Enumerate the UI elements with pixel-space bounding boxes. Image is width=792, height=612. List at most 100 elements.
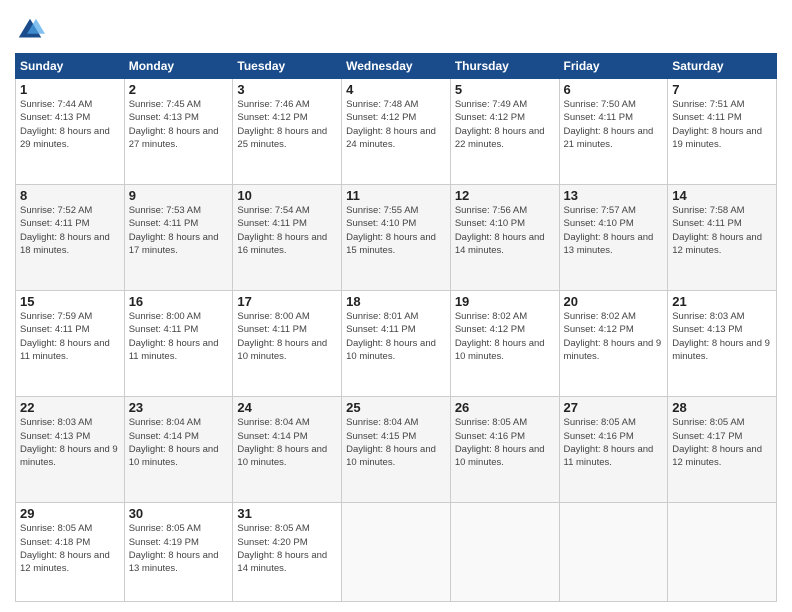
calendar-cell: 17 Sunrise: 8:00 AMSunset: 4:11 PMDaylig… — [233, 291, 342, 397]
day-number: 7 — [672, 82, 772, 97]
day-number: 16 — [129, 294, 229, 309]
day-number: 26 — [455, 400, 555, 415]
day-detail: Sunrise: 7:48 AMSunset: 4:12 PMDaylight:… — [346, 99, 436, 150]
day-detail: Sunrise: 8:05 AMSunset: 4:18 PMDaylight:… — [20, 523, 110, 574]
day-detail: Sunrise: 8:05 AMSunset: 4:16 PMDaylight:… — [455, 417, 545, 468]
calendar-cell: 10 Sunrise: 7:54 AMSunset: 4:11 PMDaylig… — [233, 185, 342, 291]
calendar-cell: 9 Sunrise: 7:53 AMSunset: 4:11 PMDayligh… — [124, 185, 233, 291]
day-number: 12 — [455, 188, 555, 203]
calendar-cell: 11 Sunrise: 7:55 AMSunset: 4:10 PMDaylig… — [342, 185, 451, 291]
calendar-cell: 12 Sunrise: 7:56 AMSunset: 4:10 PMDaylig… — [450, 185, 559, 291]
day-detail: Sunrise: 7:54 AMSunset: 4:11 PMDaylight:… — [237, 205, 327, 256]
calendar-cell: 8 Sunrise: 7:52 AMSunset: 4:11 PMDayligh… — [16, 185, 125, 291]
calendar-cell: 6 Sunrise: 7:50 AMSunset: 4:11 PMDayligh… — [559, 79, 668, 185]
day-detail: Sunrise: 7:51 AMSunset: 4:11 PMDaylight:… — [672, 99, 762, 150]
day-detail: Sunrise: 7:58 AMSunset: 4:11 PMDaylight:… — [672, 205, 762, 256]
day-number: 25 — [346, 400, 446, 415]
day-detail: Sunrise: 7:55 AMSunset: 4:10 PMDaylight:… — [346, 205, 436, 256]
day-detail: Sunrise: 7:45 AMSunset: 4:13 PMDaylight:… — [129, 99, 219, 150]
day-number: 28 — [672, 400, 772, 415]
day-detail: Sunrise: 7:52 AMSunset: 4:11 PMDaylight:… — [20, 205, 110, 256]
day-detail: Sunrise: 8:04 AMSunset: 4:15 PMDaylight:… — [346, 417, 436, 468]
day-detail: Sunrise: 8:05 AMSunset: 4:19 PMDaylight:… — [129, 523, 219, 574]
calendar-cell — [342, 503, 451, 602]
day-detail: Sunrise: 8:00 AMSunset: 4:11 PMDaylight:… — [237, 311, 327, 362]
calendar-cell: 19 Sunrise: 8:02 AMSunset: 4:12 PMDaylig… — [450, 291, 559, 397]
day-header-tuesday: Tuesday — [233, 54, 342, 79]
calendar-cell: 27 Sunrise: 8:05 AMSunset: 4:16 PMDaylig… — [559, 397, 668, 503]
day-detail: Sunrise: 7:46 AMSunset: 4:12 PMDaylight:… — [237, 99, 327, 150]
day-number: 11 — [346, 188, 446, 203]
day-number: 9 — [129, 188, 229, 203]
day-detail: Sunrise: 7:44 AMSunset: 4:13 PMDaylight:… — [20, 99, 110, 150]
day-number: 8 — [20, 188, 120, 203]
calendar-week-1: 1 Sunrise: 7:44 AMSunset: 4:13 PMDayligh… — [16, 79, 777, 185]
calendar-cell: 16 Sunrise: 8:00 AMSunset: 4:11 PMDaylig… — [124, 291, 233, 397]
day-detail: Sunrise: 8:05 AMSunset: 4:17 PMDaylight:… — [672, 417, 762, 468]
day-number: 19 — [455, 294, 555, 309]
day-number: 3 — [237, 82, 337, 97]
day-detail: Sunrise: 8:01 AMSunset: 4:11 PMDaylight:… — [346, 311, 436, 362]
day-header-wednesday: Wednesday — [342, 54, 451, 79]
calendar-cell: 28 Sunrise: 8:05 AMSunset: 4:17 PMDaylig… — [668, 397, 777, 503]
calendar-cell: 24 Sunrise: 8:04 AMSunset: 4:14 PMDaylig… — [233, 397, 342, 503]
day-header-thursday: Thursday — [450, 54, 559, 79]
day-header-saturday: Saturday — [668, 54, 777, 79]
day-number: 4 — [346, 82, 446, 97]
header — [15, 15, 777, 45]
day-detail: Sunrise: 7:53 AMSunset: 4:11 PMDaylight:… — [129, 205, 219, 256]
day-detail: Sunrise: 8:03 AMSunset: 4:13 PMDaylight:… — [20, 417, 118, 468]
day-detail: Sunrise: 8:05 AMSunset: 4:16 PMDaylight:… — [564, 417, 654, 468]
day-number: 18 — [346, 294, 446, 309]
logo — [15, 15, 48, 45]
day-number: 1 — [20, 82, 120, 97]
day-number: 10 — [237, 188, 337, 203]
day-detail: Sunrise: 7:50 AMSunset: 4:11 PMDaylight:… — [564, 99, 654, 150]
day-number: 29 — [20, 506, 120, 521]
day-detail: Sunrise: 7:49 AMSunset: 4:12 PMDaylight:… — [455, 99, 545, 150]
day-header-monday: Monday — [124, 54, 233, 79]
calendar-cell: 4 Sunrise: 7:48 AMSunset: 4:12 PMDayligh… — [342, 79, 451, 185]
calendar-cell: 13 Sunrise: 7:57 AMSunset: 4:10 PMDaylig… — [559, 185, 668, 291]
day-number: 30 — [129, 506, 229, 521]
calendar-table: SundayMondayTuesdayWednesdayThursdayFrid… — [15, 53, 777, 602]
calendar-cell: 31 Sunrise: 8:05 AMSunset: 4:20 PMDaylig… — [233, 503, 342, 602]
day-detail: Sunrise: 8:02 AMSunset: 4:12 PMDaylight:… — [564, 311, 662, 362]
day-detail: Sunrise: 8:03 AMSunset: 4:13 PMDaylight:… — [672, 311, 770, 362]
day-detail: Sunrise: 7:57 AMSunset: 4:10 PMDaylight:… — [564, 205, 654, 256]
day-number: 15 — [20, 294, 120, 309]
day-detail: Sunrise: 8:02 AMSunset: 4:12 PMDaylight:… — [455, 311, 545, 362]
day-number: 2 — [129, 82, 229, 97]
calendar-week-5: 29 Sunrise: 8:05 AMSunset: 4:18 PMDaylig… — [16, 503, 777, 602]
calendar-cell: 25 Sunrise: 8:04 AMSunset: 4:15 PMDaylig… — [342, 397, 451, 503]
calendar-cell: 23 Sunrise: 8:04 AMSunset: 4:14 PMDaylig… — [124, 397, 233, 503]
calendar-cell: 18 Sunrise: 8:01 AMSunset: 4:11 PMDaylig… — [342, 291, 451, 397]
calendar-week-4: 22 Sunrise: 8:03 AMSunset: 4:13 PMDaylig… — [16, 397, 777, 503]
calendar-cell: 21 Sunrise: 8:03 AMSunset: 4:13 PMDaylig… — [668, 291, 777, 397]
logo-icon — [15, 15, 45, 45]
calendar-cell: 15 Sunrise: 7:59 AMSunset: 4:11 PMDaylig… — [16, 291, 125, 397]
day-number: 6 — [564, 82, 664, 97]
day-number: 24 — [237, 400, 337, 415]
calendar-cell: 5 Sunrise: 7:49 AMSunset: 4:12 PMDayligh… — [450, 79, 559, 185]
day-detail: Sunrise: 8:04 AMSunset: 4:14 PMDaylight:… — [237, 417, 327, 468]
calendar-cell: 7 Sunrise: 7:51 AMSunset: 4:11 PMDayligh… — [668, 79, 777, 185]
calendar-cell: 14 Sunrise: 7:58 AMSunset: 4:11 PMDaylig… — [668, 185, 777, 291]
calendar-cell: 26 Sunrise: 8:05 AMSunset: 4:16 PMDaylig… — [450, 397, 559, 503]
calendar-cell — [450, 503, 559, 602]
day-detail: Sunrise: 7:56 AMSunset: 4:10 PMDaylight:… — [455, 205, 545, 256]
calendar-cell: 1 Sunrise: 7:44 AMSunset: 4:13 PMDayligh… — [16, 79, 125, 185]
day-detail: Sunrise: 8:04 AMSunset: 4:14 PMDaylight:… — [129, 417, 219, 468]
calendar-cell: 30 Sunrise: 8:05 AMSunset: 4:19 PMDaylig… — [124, 503, 233, 602]
day-number: 22 — [20, 400, 120, 415]
day-number: 31 — [237, 506, 337, 521]
day-number: 20 — [564, 294, 664, 309]
day-number: 17 — [237, 294, 337, 309]
calendar-week-3: 15 Sunrise: 7:59 AMSunset: 4:11 PMDaylig… — [16, 291, 777, 397]
calendar-cell: 22 Sunrise: 8:03 AMSunset: 4:13 PMDaylig… — [16, 397, 125, 503]
day-header-sunday: Sunday — [16, 54, 125, 79]
day-number: 21 — [672, 294, 772, 309]
calendar-cell: 20 Sunrise: 8:02 AMSunset: 4:12 PMDaylig… — [559, 291, 668, 397]
calendar-cell — [559, 503, 668, 602]
day-header-friday: Friday — [559, 54, 668, 79]
